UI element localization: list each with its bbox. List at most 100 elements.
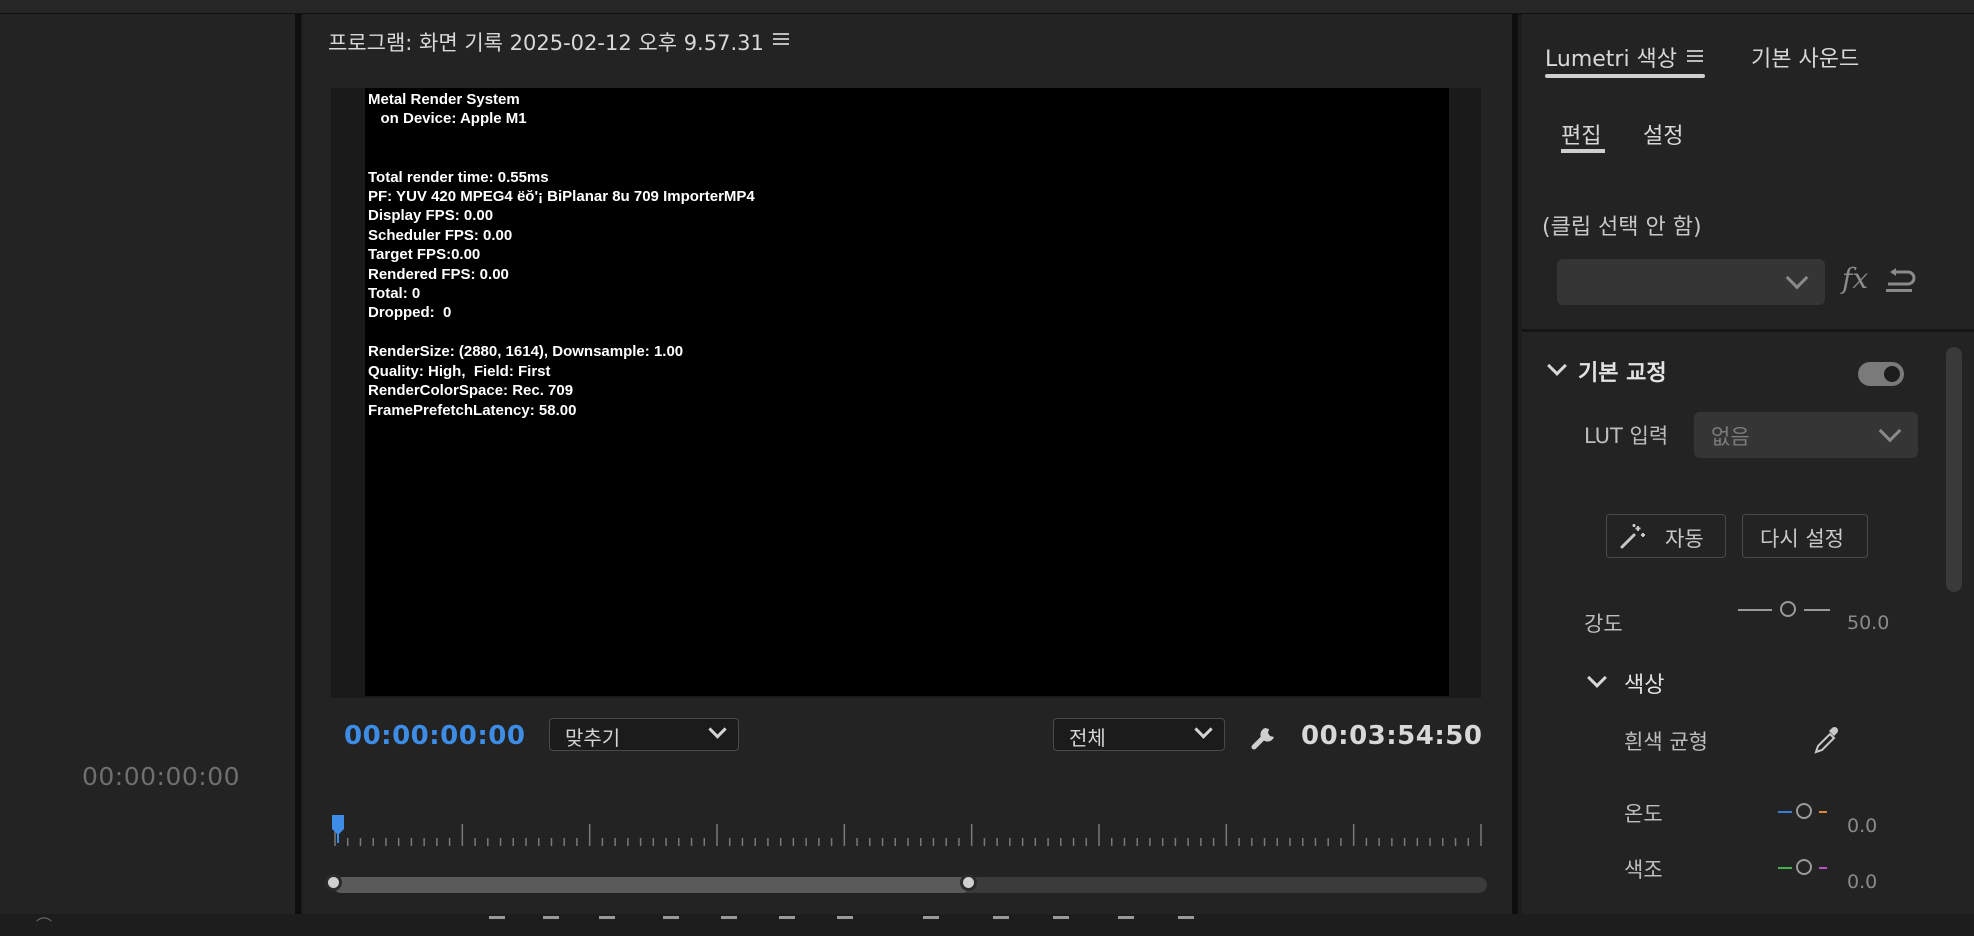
chevron-down-icon — [1194, 720, 1213, 739]
overlay-line: Display FPS: 0.00 — [368, 207, 494, 225]
overlay-line: Target FPS:0.00 — [368, 246, 481, 264]
basic-correction-toggle[interactable] — [1858, 362, 1904, 386]
panel-scrollbar[interactable] — [1946, 347, 1962, 592]
lut-input-label: LUT 입력 — [1584, 424, 1669, 448]
section-separator — [1522, 329, 1974, 332]
transport-button[interactable] — [543, 916, 559, 931]
overlay-line — [368, 129, 755, 148]
transport-button[interactable] — [1118, 916, 1134, 931]
overlay-line: Dropped: 0 — [368, 304, 452, 322]
tint-value[interactable]: 0.0 — [1847, 871, 1877, 893]
panel-divider[interactable] — [295, 14, 301, 914]
video-viewer[interactable]: Metal Render System on Device: Apple M1 … — [365, 88, 1449, 696]
lut-input-value: 없음 — [1711, 425, 1750, 449]
overlay-line: FramePrefetchLatency: 58.00 — [368, 401, 577, 419]
current-timecode[interactable]: 00:00:00:00 — [344, 721, 525, 751]
temperature-value[interactable]: 0.0 — [1847, 815, 1877, 837]
overlay-line: RenderSize: (2880, 1614), Downsample: 1.… — [368, 343, 684, 361]
active-tab-indicator — [1545, 74, 1705, 78]
tab-settings[interactable]: 설정 — [1643, 118, 1683, 150]
overlay-line — [368, 148, 755, 167]
color-heading[interactable]: 색상 — [1624, 667, 1664, 699]
panel-divider[interactable] — [1512, 14, 1518, 914]
scrollbar-start-handle[interactable] — [325, 874, 342, 891]
tab-edit[interactable]: 편집 — [1561, 118, 1601, 150]
temperature-label: 온도 — [1624, 802, 1663, 826]
hamburger-menu-icon[interactable] — [1687, 48, 1705, 68]
duration-timecode[interactable]: 00:03:54:50 — [1301, 721, 1482, 751]
zoom-dropdown-label: 맞추기 — [565, 726, 621, 750]
program-monitor: 프로그램: 화면 기록 2025-02-12 오후 9.57.31 Metal … — [303, 14, 1512, 919]
overlay-line: on Device: Apple M1 — [368, 110, 527, 128]
transport-button[interactable] — [721, 916, 737, 931]
transport-button[interactable] — [837, 916, 853, 931]
source-panel: 00:00:00:00 ⌒ — [0, 14, 295, 935]
transport-button[interactable] — [599, 916, 615, 931]
overlay-line: Total: 0 — [368, 285, 421, 303]
overlay-line: RenderColorSpace: Rec. 709 — [368, 382, 574, 400]
wrench-icon[interactable] — [1248, 719, 1282, 753]
overlay-line: Rendered FPS: 0.00 — [368, 265, 509, 283]
temperature-track-left[interactable] — [1778, 811, 1792, 813]
chevron-down-icon[interactable] — [1547, 356, 1567, 376]
magic-wand-icon — [1619, 524, 1647, 555]
transport-button[interactable] — [489, 916, 505, 931]
overlay-line: Total render time: 0.55ms — [368, 168, 549, 186]
tab-essential-sound[interactable]: 기본 사운드 — [1751, 41, 1859, 73]
overlay-line: Quality: High, Field: First — [368, 362, 551, 380]
clip-select-dropdown[interactable] — [1557, 259, 1825, 305]
render-stats-overlay: Metal Render System on Device: Apple M1 … — [368, 90, 755, 420]
resolution-dropdown[interactable]: 전체 — [1053, 718, 1225, 751]
partial-control-icon[interactable]: ⌒ — [36, 912, 56, 935]
time-ruler[interactable] — [329, 814, 1487, 849]
lut-input-dropdown[interactable]: 없음 — [1694, 412, 1918, 458]
lumetri-panel: Lumetri 색상 기본 사운드 편집 설정 (클립 선택 안 함) fx 기… — [1522, 14, 1974, 914]
tint-track-right[interactable] — [1819, 867, 1827, 869]
scrollbar-thumb[interactable] — [333, 877, 970, 893]
reset-button[interactable]: 다시 설정 — [1742, 514, 1868, 558]
source-timecode[interactable]: 00:00:00:00 — [0, 762, 322, 791]
temperature-knob[interactable] — [1796, 803, 1812, 819]
reset-icon[interactable] — [1884, 268, 1916, 298]
program-title[interactable]: 프로그램: 화면 기록 2025-02-12 오후 9.57.31 — [328, 27, 764, 57]
auto-button[interactable]: 자동 — [1606, 514, 1726, 558]
top-bar — [0, 0, 1974, 15]
eyedropper-icon[interactable] — [1812, 726, 1842, 760]
toggle-knob — [1884, 366, 1900, 382]
transport-button[interactable] — [923, 916, 939, 931]
overlay-line: PF: YUV 420 MPEG4 ëŏ'¡ BiPlanar 8u 709 I… — [368, 188, 755, 206]
tab-lumetri-color[interactable]: Lumetri 색상 — [1545, 41, 1677, 73]
overlay-line: Metal Render System — [368, 91, 520, 108]
tint-knob[interactable] — [1796, 859, 1812, 875]
transport-button[interactable] — [1053, 916, 1069, 931]
transport-controls — [303, 910, 1512, 928]
hamburger-menu-icon[interactable] — [773, 28, 791, 52]
transport-button[interactable] — [663, 916, 679, 931]
intensity-track[interactable] — [1804, 609, 1830, 611]
basic-correction-heading[interactable]: 기본 교정 — [1578, 355, 1667, 387]
overlay-line — [368, 323, 755, 342]
chevron-down-icon — [1785, 266, 1809, 290]
transport-button[interactable] — [993, 916, 1009, 931]
tint-label: 색조 — [1624, 858, 1663, 882]
zoom-dropdown[interactable]: 맞추기 — [549, 718, 739, 751]
tint-track-left[interactable] — [1778, 867, 1792, 869]
overlay-line: Scheduler FPS: 0.00 — [368, 226, 513, 244]
active-subtab-indicator — [1561, 149, 1605, 153]
white-balance-label: 흰색 균형 — [1624, 730, 1708, 754]
zoom-scrollbar[interactable] — [325, 874, 1487, 893]
playhead-icon[interactable] — [332, 815, 344, 843]
fx-icon[interactable]: fx — [1842, 262, 1868, 295]
intensity-knob[interactable] — [1780, 601, 1796, 617]
intensity-value[interactable]: 50.0 — [1847, 612, 1889, 634]
transport-button[interactable] — [1178, 916, 1194, 931]
auto-button-label: 자동 — [1665, 527, 1704, 551]
chevron-down-icon[interactable] — [1587, 668, 1607, 688]
scrollbar-end-handle[interactable] — [960, 874, 977, 891]
temperature-track-right[interactable] — [1819, 811, 1827, 813]
intensity-label: 강도 — [1584, 612, 1623, 636]
chevron-down-icon — [708, 720, 727, 739]
intensity-track[interactable] — [1738, 609, 1772, 611]
transport-button[interactable] — [779, 916, 795, 931]
chevron-down-icon — [1878, 419, 1902, 443]
